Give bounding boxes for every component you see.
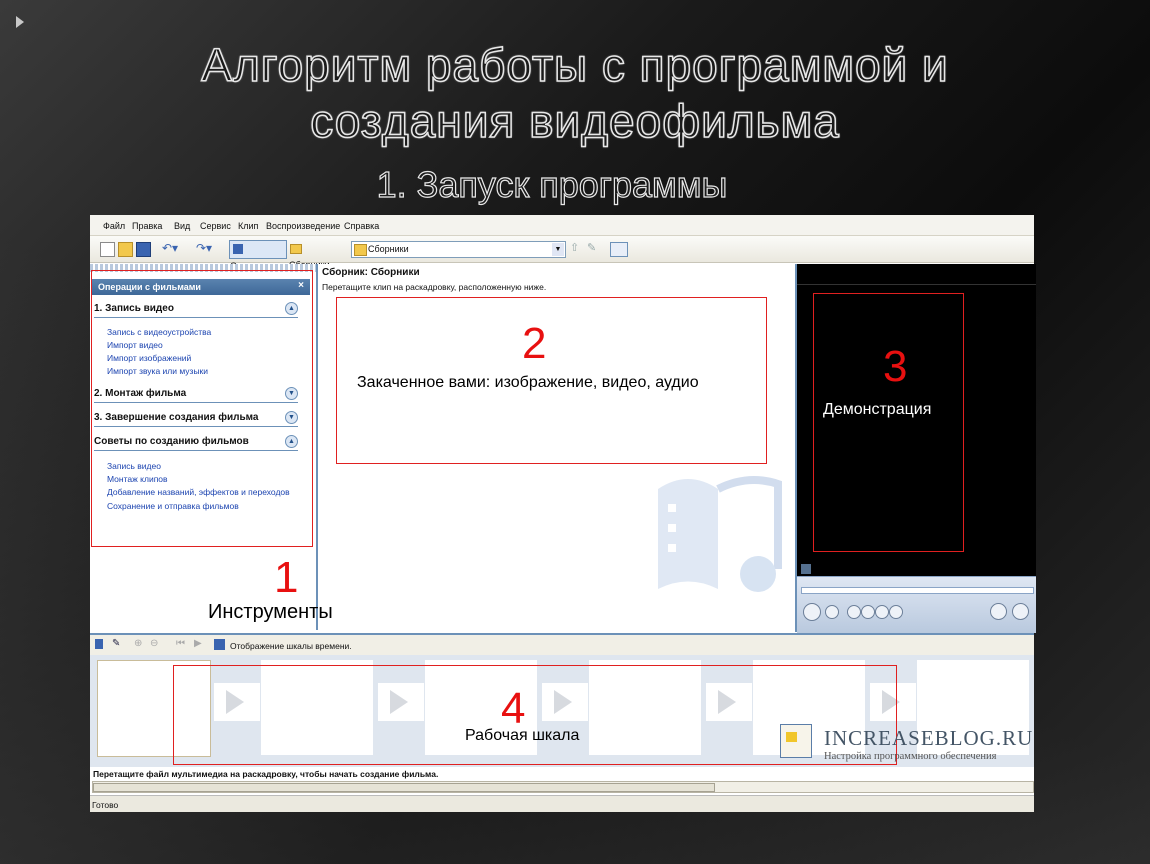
collection-title: Сборник: Сборники (322, 267, 420, 278)
menu-edit[interactable]: Правка (132, 221, 162, 231)
new-project-icon[interactable] (100, 242, 115, 257)
split-clip-button[interactable] (990, 603, 1007, 620)
toolbar: ↶▾ ↷▾ Операции Сборники Сборники ▼ ⇧ ✎ (90, 236, 1034, 271)
menu-view[interactable]: Вид (174, 221, 190, 231)
operations-icon (233, 244, 243, 254)
stop-button[interactable] (825, 605, 839, 619)
logo-tagline: Настройка программного обеспечения (824, 751, 997, 762)
annotation-number-3: 3 (883, 342, 908, 391)
menu-clip[interactable]: Клип (238, 221, 258, 231)
snapshot-button[interactable] (1012, 603, 1029, 620)
status-text: Готово (92, 800, 119, 810)
collections-button[interactable]: Сборники (289, 240, 345, 270)
collection-select[interactable]: Сборники ▼ (351, 241, 566, 258)
narration-icon[interactable]: ✎ (112, 638, 120, 649)
next-frame-button[interactable] (889, 605, 903, 619)
collection-select-value: Сборники (368, 244, 409, 254)
timeline-toggle-label[interactable]: Отображение шкалы времени. (230, 641, 352, 651)
timeline-toggle-icon[interactable] (214, 639, 225, 650)
playback-controls (797, 576, 1036, 633)
storyboard-toolbar: ✎ ⊕ ⊖ ⏮ ▶ Отображение шкалы времени. (90, 633, 1034, 655)
views-icon[interactable] (610, 242, 628, 257)
annotation-number-1: 1 (274, 553, 299, 602)
monitor-top-divider (797, 284, 1036, 285)
folder-icon (290, 244, 302, 254)
slide-subtitle: 1. Запуск программы (376, 163, 728, 205)
open-project-icon[interactable] (118, 242, 133, 257)
seek-bar[interactable] (801, 587, 1034, 594)
storyboard-icon[interactable] (95, 639, 103, 649)
undo-icon[interactable]: ↶▾ (162, 242, 178, 255)
status-bar: Готово (90, 795, 1034, 812)
collection-folder-icon (354, 244, 367, 256)
annotation-label-storyboard: Рабочая шкала (465, 727, 580, 744)
monitor-icon (801, 564, 811, 574)
play-button[interactable] (803, 603, 821, 621)
rewind-button[interactable] (861, 605, 875, 619)
logo-site-name: INCREASEBLOG.RU (824, 726, 1034, 750)
scrollbar-thumb[interactable] (93, 783, 715, 792)
up-folder-icon[interactable]: ⇧ (570, 242, 583, 255)
collection-hint: Перетащите клип на раскадровку, располож… (322, 282, 547, 292)
annotation-box-tools (91, 270, 313, 547)
menu-tools[interactable]: Сервис (200, 221, 231, 231)
horizontal-scrollbar[interactable] (92, 781, 1034, 793)
menu-bar: Файл Правка Вид Сервис Клип Воспроизведе… (90, 215, 1034, 236)
redo-icon[interactable]: ↷▾ (196, 242, 212, 255)
chevron-down-icon[interactable]: ▼ (552, 243, 564, 256)
menu-help[interactable]: Справка (344, 221, 379, 231)
annotation-label-collection: Закаченное вами: изображение, видео, ауд… (357, 374, 699, 391)
save-project-icon[interactable] (136, 242, 151, 257)
fast-forward-button[interactable] (875, 605, 889, 619)
movie-maker-watermark-icon (658, 476, 782, 592)
annotation-label-tools: Инструменты (208, 601, 333, 623)
rewind-storyboard-icon[interactable]: ⏮ (176, 638, 185, 649)
new-folder-icon[interactable]: ✎ (587, 242, 600, 255)
annotation-number-2: 2 (522, 319, 547, 368)
storyboard-hint-text: Перетащите файл мультимедиа на раскадров… (93, 769, 439, 779)
slide-title-line1: Алгоритм работы с программой и (201, 38, 949, 92)
slide-title-line2: создания видеофильма (309, 94, 840, 148)
play-storyboard-icon[interactable]: ▶ (194, 638, 202, 649)
annotation-box-preview (813, 293, 964, 552)
bullet-arrow-icon (16, 16, 24, 28)
zoom-out-icon[interactable]: ⊖ (150, 638, 158, 649)
zoom-in-icon[interactable]: ⊕ (134, 638, 142, 649)
operations-button[interactable]: Операции (229, 240, 287, 271)
annotation-label-preview: Демонстрация (823, 401, 932, 418)
storyboard-hint: Перетащите файл мультимедиа на раскадров… (90, 767, 1034, 781)
annotation-number-4: 4 (501, 684, 526, 733)
menu-file[interactable]: Файл (103, 221, 125, 231)
blog-logo-icon (780, 724, 812, 758)
previous-frame-button[interactable] (847, 605, 861, 619)
menu-playback[interactable]: Воспроизведение (266, 221, 340, 231)
